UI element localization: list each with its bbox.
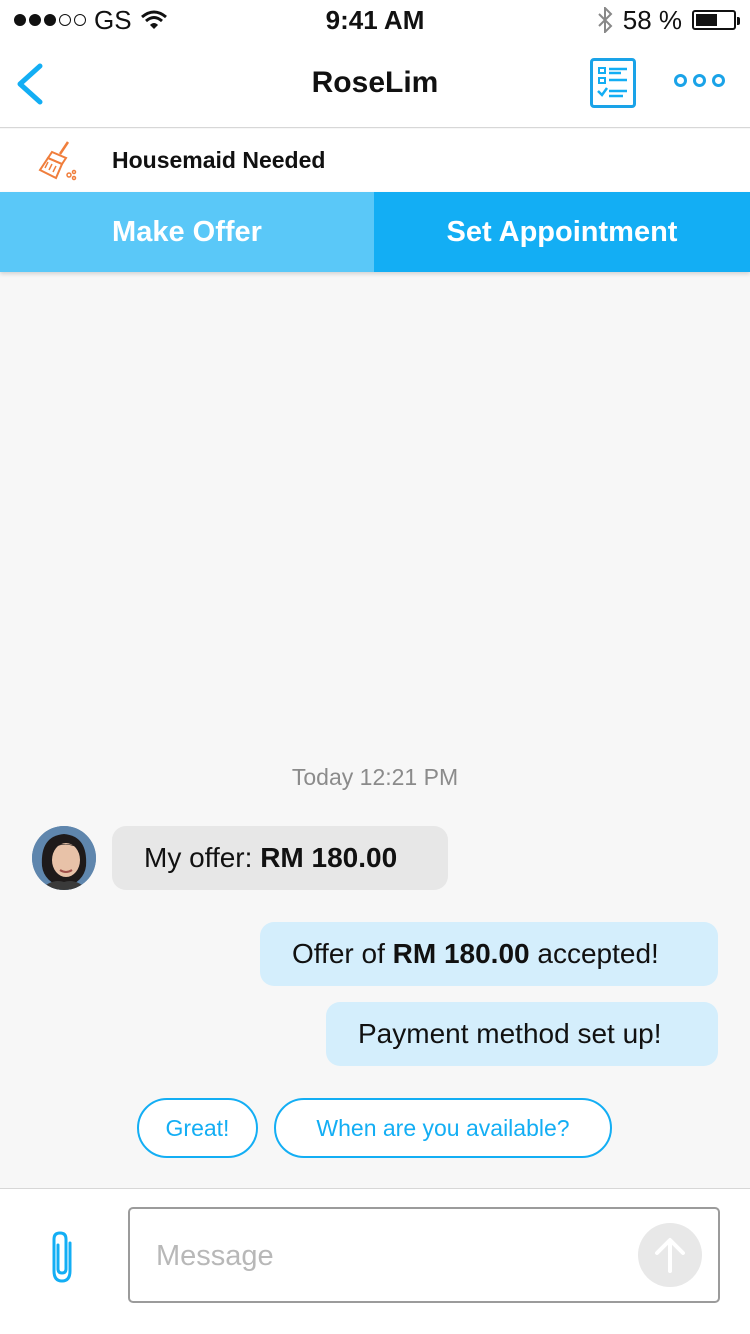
action-bar: Make Offer Set Appointment bbox=[0, 192, 750, 272]
message-input[interactable] bbox=[156, 1231, 626, 1281]
broom-icon bbox=[38, 140, 77, 180]
message-text: accepted! bbox=[529, 938, 659, 969]
set-appointment-button[interactable]: Set Appointment bbox=[374, 192, 750, 272]
message-text: Payment method set up! bbox=[358, 1018, 662, 1049]
outgoing-message: Offer of RM 180.00 accepted! bbox=[260, 922, 718, 986]
send-button[interactable] bbox=[638, 1223, 702, 1287]
quick-reply-button[interactable]: Great! bbox=[137, 1098, 258, 1158]
carrier-info: GS bbox=[14, 5, 168, 36]
arrow-up-icon bbox=[655, 1238, 685, 1273]
checklist-button[interactable] bbox=[590, 58, 636, 108]
nav-bar: RoseLim bbox=[0, 40, 750, 128]
user-avatar-image bbox=[32, 826, 96, 890]
message-text: Offer of bbox=[292, 938, 393, 969]
device-status: 58 % bbox=[597, 4, 740, 36]
bluetooth-icon bbox=[598, 7, 613, 33]
more-dot-icon bbox=[712, 74, 725, 87]
more-dot-icon bbox=[674, 74, 687, 87]
wifi-icon bbox=[140, 10, 167, 29]
offer-amount: RM 180.00 bbox=[260, 842, 398, 873]
quick-reply-button[interactable]: When are you available? bbox=[274, 1098, 612, 1158]
carrier-name: GS bbox=[94, 4, 132, 35]
message-text: My offer: bbox=[144, 842, 261, 873]
avatar[interactable] bbox=[32, 826, 96, 890]
message-input-container bbox=[128, 1207, 720, 1303]
battery-level bbox=[696, 14, 717, 26]
job-title: Housemaid Needed bbox=[112, 147, 326, 173]
offer-amount: RM 180.00 bbox=[392, 938, 530, 969]
battery-icon bbox=[692, 10, 740, 30]
message-timestamp: Today 12:21 PM bbox=[291, 764, 459, 790]
outgoing-message: Payment method set up! bbox=[326, 1002, 718, 1066]
attach-button[interactable] bbox=[46, 1229, 82, 1285]
message-composer bbox=[0, 1188, 750, 1334]
checklist-icon bbox=[597, 67, 627, 98]
chat-title: RoseLim bbox=[311, 66, 439, 99]
job-header[interactable]: Housemaid Needed bbox=[0, 129, 750, 192]
more-dot-icon bbox=[693, 74, 706, 87]
signal-strength-icon bbox=[14, 14, 86, 26]
status-bar: GS 9:41 AM 58 % bbox=[0, 0, 750, 40]
incoming-message: My offer: RM 180.00 bbox=[112, 826, 448, 890]
battery-percent: 58 % bbox=[622, 4, 682, 35]
make-offer-button[interactable]: Make Offer bbox=[0, 192, 374, 272]
more-options-button[interactable] bbox=[674, 74, 725, 87]
paperclip-icon bbox=[52, 1231, 72, 1283]
